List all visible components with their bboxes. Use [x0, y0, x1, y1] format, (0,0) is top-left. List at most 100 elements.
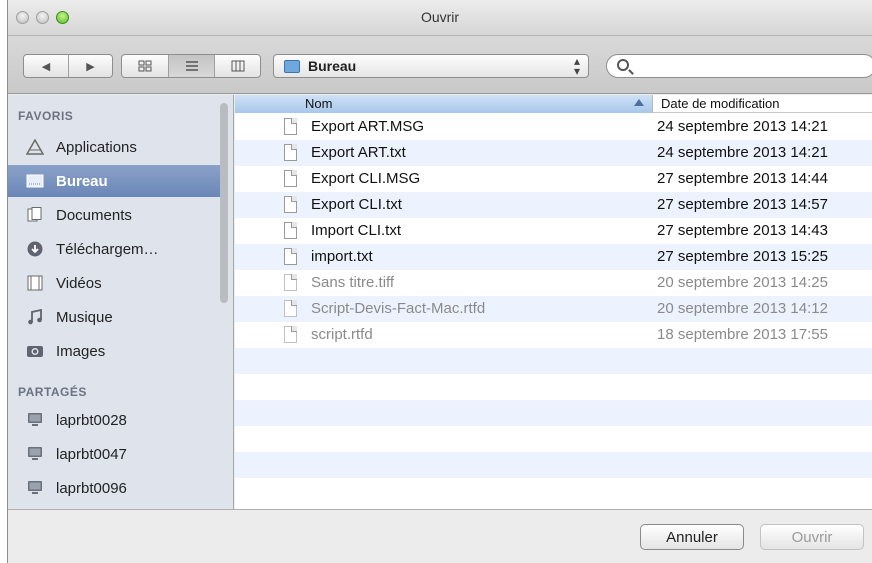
column-header-date[interactable]: Date de modification [661, 96, 780, 111]
file-date: 27 septembre 2013 15:25 [657, 248, 828, 265]
folder-icon [284, 60, 300, 73]
empty-row [235, 374, 872, 400]
sidebar-item-laprbt0047[interactable]: laprbt0047 [8, 438, 226, 470]
file-date: 18 septembre 2013 17:55 [657, 326, 828, 343]
sidebar-item-label: Téléchargem… [56, 240, 159, 258]
empty-row [235, 452, 872, 478]
file-name: Export ART.MSG [311, 118, 425, 135]
grid-icon [138, 60, 152, 72]
sidebar-item-label: laprbt0028 [56, 411, 127, 429]
sidebar-item-music[interactable]: Musique [8, 301, 226, 333]
sidebar-item-label: Applications [56, 138, 137, 156]
document-icon [284, 196, 297, 213]
file-row-disabled: Script-Devis-Fact-Mac.rtfd 20 septembre … [235, 296, 872, 322]
downloads-icon [27, 241, 43, 257]
sidebar-heading-favorites: FAVORIS [18, 109, 74, 123]
file-name: Export CLI.MSG [311, 170, 421, 187]
back-arrow-icon: ◀ [41, 60, 51, 73]
sidebar-item-images[interactable]: Images [8, 335, 226, 367]
chevron-updown-icon: ▴ ▾ [573, 54, 580, 78]
document-icon [284, 118, 297, 135]
location-popup[interactable]: Bureau ▴ ▾ [273, 54, 589, 78]
computer-icon [28, 413, 42, 426]
sidebar-item-label: Vidéos [56, 274, 102, 292]
movies-icon [27, 275, 43, 291]
sidebar-item-label: laprbt0047 [56, 445, 127, 463]
file-date: 20 septembre 2013 14:25 [657, 274, 828, 291]
search-icon [617, 59, 629, 71]
empty-row [235, 400, 872, 426]
location-label: Bureau [308, 58, 357, 74]
file-row-disabled: script.rtfd 18 septembre 2013 17:55 [235, 322, 872, 348]
back-forward-control: ◀ ▶ [23, 54, 113, 78]
forward-arrow-icon: ▶ [86, 60, 95, 73]
file-name: Import CLI.txt [311, 222, 402, 239]
rtfd-file-icon [284, 326, 297, 343]
file-list: Nom Date de modification Export ART.MSG … [235, 95, 872, 509]
column-view-button[interactable] [214, 55, 260, 77]
forward-button[interactable]: ▶ [68, 55, 112, 77]
sidebar-item-laprbt0096[interactable]: laprbt0096 [8, 472, 226, 504]
sidebar-item-documents[interactable]: Documents [8, 199, 226, 231]
file-date: 27 septembre 2013 14:44 [657, 170, 828, 187]
sidebar-scrollbar[interactable] [220, 103, 228, 303]
empty-row [235, 478, 872, 504]
file-row[interactable]: Export CLI.txt 27 septembre 2013 14:57 [235, 192, 872, 218]
sidebar-item-downloads[interactable]: Téléchargem… [8, 233, 226, 265]
file-row[interactable]: Export ART.txt 24 septembre 2013 14:21 [235, 140, 872, 166]
file-date: 27 septembre 2013 14:57 [657, 196, 828, 213]
sidebar-item-label: Bureau [56, 172, 108, 190]
file-name: Export CLI.txt [311, 196, 402, 213]
sidebar-item-label: Musique [56, 308, 113, 326]
sidebar-item-laprbt0028[interactable]: laprbt0028 [8, 404, 226, 436]
window-title: Ouvrir [420, 9, 460, 25]
column-header-name[interactable]: Nom [235, 95, 653, 113]
view-mode-control [121, 54, 261, 78]
file-row[interactable]: Export CLI.MSG 27 septembre 2013 14:44 [235, 166, 872, 192]
sort-ascending-icon [634, 99, 644, 106]
sidebar-item-applications[interactable]: Applications [8, 131, 226, 163]
sidebar-heading-shared: PARTAGÉS [18, 385, 87, 399]
icon-view-button[interactable] [122, 55, 168, 77]
dialog-footer: Annuler Ouvrir [8, 509, 872, 563]
rtfd-file-icon [284, 300, 297, 317]
camera-icon [27, 346, 43, 357]
columns-icon [231, 60, 244, 72]
back-button[interactable]: ◀ [24, 55, 68, 77]
file-row[interactable]: import.txt 27 septembre 2013 15:25 [235, 244, 872, 270]
sidebar-item-label: Images [56, 342, 106, 360]
sidebar-item-label: laprbt0096 [56, 479, 127, 497]
computer-icon [28, 481, 42, 494]
computer-icon [28, 447, 42, 460]
empty-row [235, 348, 872, 374]
file-name: Script-Devis-Fact-Mac.rtfd [311, 300, 486, 317]
search-field[interactable] [606, 54, 872, 78]
sidebar-item-label: Documents [56, 206, 132, 224]
sidebar: FAVORIS Applications Bureau Documents Té… [8, 95, 234, 509]
sidebar-item-bureau[interactable]: Bureau [8, 165, 226, 197]
documents-icon [27, 207, 42, 222]
file-row[interactable]: Export ART.MSG 24 septembre 2013 14:21 [235, 114, 872, 140]
file-name: import.txt [311, 248, 373, 265]
document-icon [284, 170, 297, 187]
document-icon [284, 248, 297, 265]
open-dialog: Ouvrir ◀ ▶ Bureau ▴ ▾ FAVORIS Applicatio… [7, 0, 872, 563]
sidebar-item-videos[interactable]: Vidéos [8, 267, 226, 299]
file-date: 20 septembre 2013 14:12 [657, 300, 828, 317]
list-icon [185, 61, 198, 71]
toolbar: ◀ ▶ Bureau ▴ ▾ [8, 36, 872, 94]
desktop-icon [26, 174, 44, 188]
empty-row [235, 426, 872, 452]
list-view-button[interactable] [168, 55, 214, 77]
title-bar: Ouvrir [8, 0, 872, 36]
open-button[interactable]: Ouvrir [760, 524, 864, 550]
file-name: script.rtfd [311, 326, 373, 343]
document-icon [284, 222, 297, 239]
applications-icon [26, 139, 44, 155]
file-row[interactable]: Import CLI.txt 27 septembre 2013 14:43 [235, 218, 872, 244]
cancel-button[interactable]: Annuler [640, 524, 744, 550]
file-date: 24 septembre 2013 14:21 [657, 144, 828, 161]
file-name: Sans titre.tiff [311, 274, 395, 291]
file-name: Export ART.txt [311, 144, 406, 161]
music-icon [28, 309, 42, 325]
